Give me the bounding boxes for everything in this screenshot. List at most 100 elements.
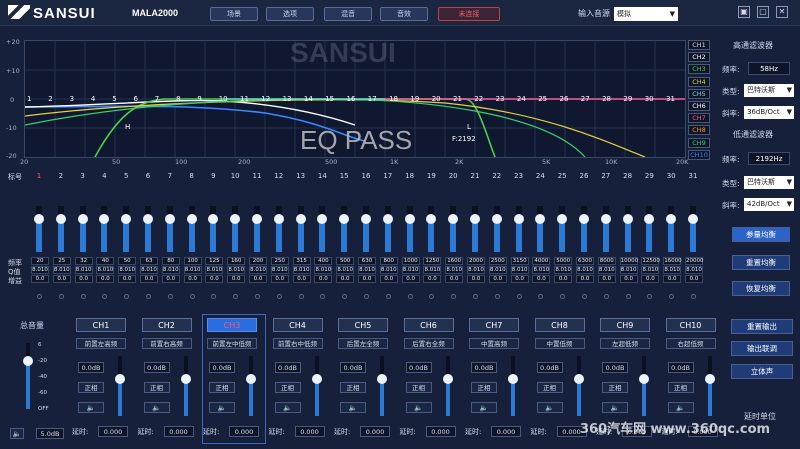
band-gain-slider[interactable] [99, 206, 110, 252]
band-marker[interactable]: 18 [389, 95, 398, 103]
band-gain-slider[interactable] [404, 206, 415, 252]
band-marker[interactable]: 2 [48, 95, 52, 103]
highpass-slope-select[interactable]: 36dB/Oct ▼ [744, 106, 794, 119]
band-marker[interactable]: 7 [155, 95, 159, 103]
lowpass-marker[interactable]: L [467, 123, 471, 131]
band-marker[interactable]: 28 [602, 95, 611, 103]
band-gain-slider[interactable] [252, 206, 262, 252]
band-gain-cell[interactable]: 0.0 [641, 275, 660, 283]
minimize-icon[interactable]: ▣ [738, 6, 750, 18]
band-gain-slider[interactable] [208, 206, 219, 252]
band-gain-slider[interactable] [666, 206, 677, 252]
channel-ch8-gain[interactable]: 0.0dB [536, 362, 563, 373]
band-gain-slider[interactable] [295, 206, 306, 252]
channel-ch6-position[interactable]: 后置右全频 [403, 338, 454, 349]
band-gain-slider[interactable] [688, 206, 698, 252]
band-gain-cell[interactable]: 0.0 [532, 275, 551, 283]
band-q-cell[interactable]: 8.010 [140, 266, 158, 274]
band-freq-cell[interactable]: 1000 [401, 257, 420, 265]
channel-ch10-position[interactable]: 右超低频 [665, 338, 716, 349]
band-freq-cell[interactable]: 20000 [685, 257, 704, 265]
band-gain-cell[interactable]: 0.0 [314, 275, 333, 283]
band-freq-cell[interactable]: 315 [292, 257, 311, 265]
legend-ch2[interactable]: CH2 [688, 52, 710, 63]
band-gain-slider[interactable] [121, 206, 132, 252]
channel-ch5-delay-field[interactable]: 0.000 [360, 426, 390, 437]
band-marker[interactable]: 9 [197, 95, 201, 103]
channel-ch1-phase-button[interactable]: 正相 [78, 382, 104, 393]
band-marker[interactable]: 27 [581, 95, 590, 103]
channel-ch7-gain[interactable]: 0.0dB [471, 362, 497, 373]
band-marker[interactable]: 4 [91, 95, 95, 103]
band-gain-slider[interactable] [448, 206, 459, 252]
band-freq-cell[interactable]: 50 [118, 257, 137, 265]
channel-ch4-gain[interactable]: 0.0dB [274, 362, 301, 373]
legend-ch6[interactable]: CH6 [688, 101, 710, 111]
band-freq-cell[interactable]: 10000 [619, 257, 638, 265]
channel-ch5-tab[interactable]: CH5 [338, 318, 388, 332]
channel-ch4-volume-slider[interactable] [311, 356, 322, 416]
eq-response-graph[interactable]: 1 2 3 4 5 6 7 8 9 10 11 12 13 14 15 16 17 18 19 20 21 22 23 24 2… [24, 37, 686, 158]
band-gain-cell[interactable]: 0.0 [96, 275, 115, 283]
band-gain-cell[interactable]: 0.0 [401, 275, 420, 283]
channel-ch10-mute-button[interactable]: 🔈 [667, 402, 694, 413]
band-gain-cell[interactable]: 0.0 [663, 275, 682, 283]
band-q-cell[interactable]: 8.010 [270, 266, 289, 274]
band-q-cell[interactable]: 8.010 [183, 266, 202, 274]
legend-ch8[interactable]: CH8 [688, 125, 710, 136]
band-q-cell[interactable]: 8.010 [314, 266, 333, 274]
band-gain-slider[interactable] [622, 206, 633, 252]
legend-ch7[interactable]: CH7 [688, 113, 710, 124]
band-gain-slider[interactable] [55, 206, 66, 252]
band-gain-cell[interactable]: 0.0 [576, 275, 594, 283]
legend-ch1[interactable]: CH1 [688, 40, 710, 50]
band-marker[interactable]: 8 [176, 95, 180, 103]
maximize-icon[interactable]: ▢ [757, 6, 769, 18]
channel-ch1-position[interactable]: 前置左高频 [76, 338, 126, 349]
channel-ch1-mute-button[interactable]: 🔈 [78, 402, 104, 413]
band-freq-cell[interactable]: 16000 [663, 257, 682, 265]
channel-ch1-tab[interactable]: CH1 [76, 318, 126, 332]
channel-ch7-volume-slider[interactable] [508, 356, 518, 416]
channel-ch9-mute-button[interactable]: 🔈 [602, 402, 628, 413]
band-q-cell[interactable]: 8.010 [205, 266, 224, 274]
band-gain-slider[interactable] [273, 206, 284, 252]
channel-ch3-position[interactable]: 前置左中低频 [207, 338, 257, 349]
channel-ch7-phase-button[interactable]: 正相 [471, 382, 497, 393]
band-freq-cell[interactable]: 20 [31, 257, 49, 265]
band-freq-cell[interactable]: 125 [205, 257, 224, 265]
band-gain-cell[interactable]: 0.0 [205, 275, 224, 283]
channel-ch5-phase-button[interactable]: 正相 [340, 382, 366, 393]
channel-ch2-volume-slider[interactable] [180, 356, 191, 416]
channel-ch6-delay-field[interactable]: 0.000 [425, 426, 456, 437]
band-gain-cell[interactable]: 0.0 [685, 275, 703, 283]
band-q-cell[interactable]: 8.010 [96, 266, 115, 274]
channel-ch8-mute-button[interactable]: 🔈 [536, 402, 563, 413]
band-gain-cell[interactable]: 0.0 [249, 275, 267, 283]
band-q-cell[interactable]: 8.010 [118, 266, 137, 274]
mix-button[interactable]: 混音 [324, 7, 372, 21]
band-marker[interactable]: 13 [283, 95, 292, 103]
master-volume-slider[interactable] [23, 343, 33, 409]
legend-ch9[interactable]: CH9 [688, 137, 710, 148]
band-gain-cell[interactable]: 0.0 [140, 275, 158, 283]
channel-ch9-tab[interactable]: CH9 [600, 318, 650, 332]
channel-ch9-phase-button[interactable]: 正相 [602, 382, 628, 393]
channel-ch4-position[interactable]: 前置右中低频 [272, 338, 323, 349]
band-freq-cell[interactable]: 400 [314, 257, 333, 265]
channel-ch7-delay-field[interactable]: 0.000 [491, 426, 521, 437]
band-q-cell[interactable]: 8.010 [249, 266, 267, 274]
band-gain-cell[interactable]: 0.0 [31, 275, 49, 283]
restore-eq-button[interactable]: 恢复均衡 [732, 281, 790, 296]
options-button[interactable]: 选项 [266, 7, 314, 21]
band-marker[interactable]: 20 [432, 95, 441, 103]
band-freq-cell[interactable]: 5000 [554, 257, 573, 265]
band-gain-slider[interactable] [164, 206, 175, 252]
band-q-cell[interactable]: 8.010 [445, 266, 464, 274]
band-freq-cell[interactable]: 63 [140, 257, 158, 265]
channel-ch9-gain[interactable]: 0.0dB [602, 362, 628, 373]
band-q-cell[interactable]: 8.010 [292, 266, 311, 274]
channel-ch5-mute-button[interactable]: 🔈 [340, 402, 366, 413]
band-marker[interactable]: 6 [134, 95, 138, 103]
band-q-cell[interactable]: 8.010 [597, 266, 616, 274]
